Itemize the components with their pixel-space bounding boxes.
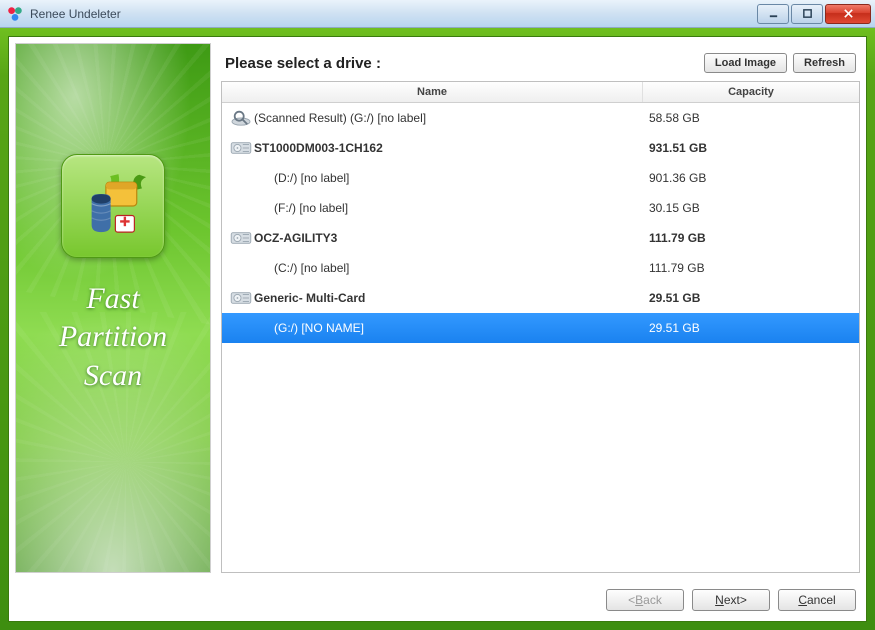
search-icon	[228, 108, 254, 128]
drive-name-text: (Scanned Result) (G:/) [no label]	[254, 111, 426, 125]
drive-list: Name Capacity (Scanned Result) (G:/) [no…	[221, 81, 860, 573]
content-row: Fast Partition Scan Please select a driv…	[9, 37, 866, 579]
drive-list-disk-row[interactable]: OCZ-AGILITY3 111.79 GB	[222, 223, 859, 253]
next-button[interactable]: Next>	[692, 589, 770, 611]
drive-capacity-cell: 931.51 GB	[643, 141, 859, 155]
column-capacity[interactable]: Capacity	[643, 82, 859, 102]
scan-mode-icon	[61, 154, 165, 258]
drive-capacity-cell: 111.79 GB	[643, 231, 859, 245]
main-header: Please select a drive : Load Image Refre…	[221, 43, 860, 81]
main-area: Please select a drive : Load Image Refre…	[221, 43, 860, 573]
drive-name-text: Generic- Multi-Card	[254, 291, 365, 305]
window-body: Fast Partition Scan Please select a driv…	[0, 28, 875, 630]
instruction-text: Please select a drive :	[225, 55, 381, 72]
window-controls	[755, 4, 871, 24]
sidebar: Fast Partition Scan	[15, 43, 211, 573]
drive-name-cell: Generic- Multi-Card	[222, 288, 643, 308]
drive-name-cell: (F:/) [no label]	[222, 201, 643, 215]
drive-name-text: OCZ-AGILITY3	[254, 231, 337, 245]
drive-list-result-row[interactable]: (Scanned Result) (G:/) [no label] 58.58 G…	[222, 103, 859, 133]
hdd-icon	[228, 138, 254, 158]
drive-list-partition-row[interactable]: (F:/) [no label] 30.15 GB	[222, 193, 859, 223]
drive-name-text: (F:/) [no label]	[274, 201, 348, 215]
drive-name-cell: (Scanned Result) (G:/) [no label]	[222, 108, 643, 128]
drive-list-disk-row[interactable]: ST1000DM003-1CH162 931.51 GB	[222, 133, 859, 163]
footer: <Back Next> Cancel	[9, 579, 866, 621]
drive-list-partition-row[interactable]: (D:/) [no label] 901.36 GB	[222, 163, 859, 193]
drive-capacity-cell: 29.51 GB	[643, 321, 859, 335]
column-name[interactable]: Name	[222, 82, 643, 102]
hdd-icon	[228, 288, 254, 308]
drive-name-cell: ST1000DM003-1CH162	[222, 138, 643, 158]
drive-name-cell: (D:/) [no label]	[222, 171, 643, 185]
close-button[interactable]	[825, 4, 871, 24]
drive-list-header: Name Capacity	[222, 82, 859, 103]
hdd-icon	[228, 228, 254, 248]
drive-name-text: (G:/) [NO NAME]	[274, 321, 364, 335]
drive-name-cell: OCZ-AGILITY3	[222, 228, 643, 248]
window-title: Renee Undeleter	[30, 7, 121, 21]
drive-name-text: (D:/) [no label]	[274, 171, 349, 185]
refresh-button[interactable]: Refresh	[793, 53, 856, 73]
inner-panel: Fast Partition Scan Please select a driv…	[8, 36, 867, 622]
drive-capacity-cell: 901.36 GB	[643, 171, 859, 185]
drive-list-disk-row[interactable]: Generic- Multi-Card 29.51 GB	[222, 283, 859, 313]
drive-name-cell: (C:/) [no label]	[222, 261, 643, 275]
title-bar: Renee Undeleter	[0, 0, 875, 28]
drive-list-body: (Scanned Result) (G:/) [no label] 58.58 G…	[222, 103, 859, 572]
maximize-button[interactable]	[791, 4, 823, 24]
drive-capacity-cell: 30.15 GB	[643, 201, 859, 215]
cancel-button[interactable]: Cancel	[778, 589, 856, 611]
back-button[interactable]: <Back	[606, 589, 684, 611]
drive-capacity-cell: 111.79 GB	[643, 261, 859, 275]
app-icon	[6, 5, 24, 23]
load-image-button[interactable]: Load Image	[704, 53, 787, 73]
minimize-button[interactable]	[757, 4, 789, 24]
drive-name-cell: (G:/) [NO NAME]	[222, 321, 643, 335]
drive-capacity-cell: 58.58 GB	[643, 111, 859, 125]
drive-list-partition-row[interactable]: (G:/) [NO NAME] 29.51 GB	[222, 313, 859, 343]
drive-capacity-cell: 29.51 GB	[643, 291, 859, 305]
drive-name-text: ST1000DM003-1CH162	[254, 141, 383, 155]
drive-list-partition-row[interactable]: (C:/) [no label] 111.79 GB	[222, 253, 859, 283]
drive-name-text: (C:/) [no label]	[274, 261, 349, 275]
scan-mode-title: Fast Partition Scan	[59, 280, 167, 395]
